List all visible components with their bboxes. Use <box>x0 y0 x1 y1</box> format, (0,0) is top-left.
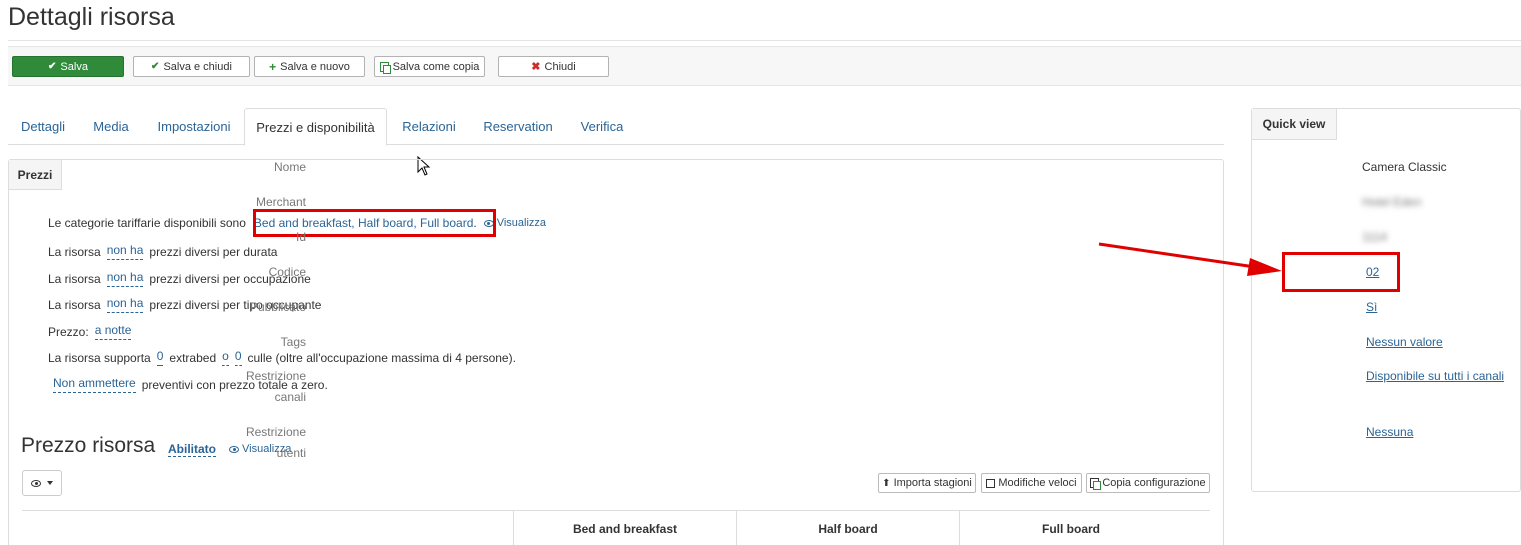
import-seasons-label: Importa stagioni <box>893 477 972 489</box>
tab-verifica[interactable]: Verifica <box>571 108 633 145</box>
tab-bar: Dettagli Media Impostazioni Prezzi e dis… <box>8 108 1224 146</box>
title-divider <box>8 40 1521 41</box>
tab-relazioni[interactable]: Relazioni <box>393 108 465 145</box>
published-value[interactable]: Sì <box>1366 297 1377 318</box>
users-value[interactable]: Nessuna <box>1366 422 1413 443</box>
zero-quote-toggle[interactable]: Non ammettere <box>53 376 136 393</box>
users-label: Restrizione utenti <box>196 422 306 464</box>
code-label: Codice <box>268 265 306 279</box>
save-button[interactable]: ✔ Salva <box>12 56 124 77</box>
resource-text: La risorsa <box>48 297 101 312</box>
column-header: Bed and breakfast <box>513 511 736 545</box>
close-button[interactable]: ✖ Chiudi <box>498 56 609 77</box>
save-close-button[interactable]: ✔ Salva e chiudi <box>133 56 250 77</box>
check-icon: ✔ <box>48 61 57 72</box>
id-label: Id <box>295 230 306 244</box>
price-unit-row: Prezzo: a notte <box>48 323 137 340</box>
close-icon: ✖ <box>531 61 541 73</box>
save-copy-label: Salva come copia <box>392 60 480 73</box>
view-label: Visualizza <box>496 217 547 229</box>
toolbar: ✔ Salva ✔ Salva e chiudi + Salva e nuovo Sa… <box>8 46 1521 86</box>
occupant-type-toggle[interactable]: non ha <box>106 296 144 313</box>
edit-icon <box>986 478 996 488</box>
published-label: Pubblicato <box>249 300 306 314</box>
channels-value[interactable]: Disponibile su tutti i canali <box>1366 366 1504 387</box>
price-table-header: Bed and breakfast Half board Full board <box>22 510 1210 545</box>
plus-icon: + <box>269 59 277 74</box>
id-value: 1114 <box>1362 230 1387 244</box>
save-new-button[interactable]: + Salva e nuovo <box>254 56 365 77</box>
name-label: Nome <box>273 160 306 174</box>
quick-edits-label: Modifiche veloci <box>998 477 1077 489</box>
resource-text: La risorsa <box>48 271 101 286</box>
channels-label: Restrizione canali <box>196 366 306 408</box>
quick-edits-button[interactable]: Modifiche veloci <box>981 473 1082 493</box>
users-label-line1: Restrizione <box>245 425 306 439</box>
prices-panel-tab[interactable]: Prezzi <box>9 160 62 190</box>
copy-icon <box>379 61 391 74</box>
column-header: Half board <box>736 511 959 545</box>
channels-label-line2: canali <box>274 390 306 404</box>
eye-icon <box>31 479 41 487</box>
page-title: Dettagli risorsa <box>8 3 175 31</box>
supports-text: La risorsa supporta <box>48 350 151 365</box>
caret-down-icon <box>47 481 53 485</box>
channels-label-line1: Restrizione <box>245 369 306 383</box>
close-label: Chiudi <box>544 60 576 73</box>
save-close-label: Salva e chiudi <box>163 60 232 73</box>
tab-media[interactable]: Media <box>82 108 140 145</box>
users-label-line2: utenti <box>276 446 306 460</box>
column-visibility-dropdown[interactable] <box>22 470 62 496</box>
copy-icon <box>1090 478 1102 490</box>
quick-view-tab[interactable]: Quick view <box>1252 109 1337 140</box>
column-header: Full board <box>959 511 1182 545</box>
save-new-label: Salva e nuovo <box>280 60 350 73</box>
tab-prezzi-disponibilita[interactable]: Prezzi e disponibilità <box>244 108 387 146</box>
name-value: Camera Classic <box>1362 160 1447 174</box>
import-seasons-button[interactable]: ⬆ Importa stagioni <box>878 473 976 493</box>
tab-reservation[interactable]: Reservation <box>474 108 562 145</box>
save-copy-button[interactable]: Salva come copia <box>374 56 485 77</box>
price-unit-toggle[interactable]: a notte <box>94 323 132 340</box>
upload-icon: ⬆ <box>882 477 891 489</box>
resource-price-heading: Prezzo risorsa <box>21 434 156 457</box>
code-highlight <box>1282 252 1400 292</box>
price-label: Prezzo: <box>48 324 89 339</box>
duration-toggle[interactable]: non ha <box>106 243 144 260</box>
merchant-label: Merchant <box>255 195 306 209</box>
check-icon: ✔ <box>151 61 160 72</box>
copy-config-button[interactable]: Copia configurazione <box>1086 473 1210 493</box>
tab-dettagli[interactable]: Dettagli <box>8 108 78 145</box>
occupancy-toggle[interactable]: non ha <box>106 270 144 287</box>
merchant-value: Hotel Eden <box>1362 195 1422 209</box>
tab-impostazioni[interactable]: Impostazioni <box>148 108 240 145</box>
tags-label: Tags <box>280 335 306 349</box>
tags-value[interactable]: Nessun valore <box>1366 332 1443 353</box>
resource-text: La risorsa <box>48 244 101 259</box>
copy-config-label: Copia configurazione <box>1102 477 1206 489</box>
save-label: Salva <box>60 60 88 73</box>
extrabed-count-input[interactable]: 0 <box>156 349 164 366</box>
